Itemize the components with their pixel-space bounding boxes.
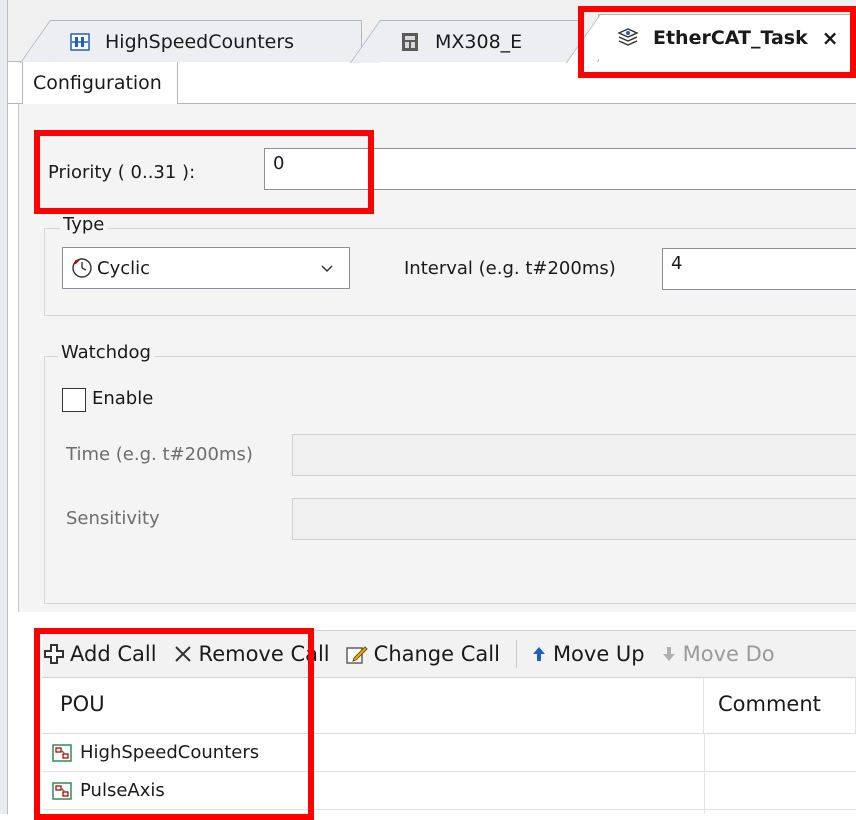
tab-label: HighSpeedCounters [105, 30, 295, 53]
pou-name: HighSpeedCounters [80, 742, 260, 763]
table-row[interactable]: HighSpeedCounters [42, 734, 856, 772]
sensitivity-input[interactable] [292, 498, 856, 540]
arrow-up-icon [531, 645, 547, 663]
interval-input[interactable]: 4 [662, 248, 856, 290]
type-select-value: Cyclic [97, 257, 151, 279]
sensitivity-label: Sensitivity [66, 508, 160, 529]
move-down-button[interactable]: Move Do [661, 642, 775, 666]
editor-tab-strip: HighSpeedCounters MX308_E EtherCAT_Task … [8, 0, 856, 63]
move-up-label: Move Up [552, 642, 645, 666]
chevron-down-icon [319, 260, 335, 281]
move-down-label: Move Do [682, 642, 775, 666]
table-row[interactable]: PulseAxis [42, 772, 856, 810]
tab-label: EtherCAT_Task [653, 27, 808, 49]
interval-label: Interval (e.g. t#200ms) [404, 258, 616, 279]
close-icon[interactable]: × [822, 26, 839, 50]
change-call-label: Change Call [373, 642, 500, 666]
type-select[interactable]: Cyclic [62, 247, 350, 289]
column-header-pou[interactable]: POU [42, 678, 704, 734]
counter-icon [69, 31, 91, 53]
tab-highspeedcounters[interactable]: HighSpeedCounters [19, 20, 362, 63]
type-group-title: Type [60, 214, 108, 235]
enable-label: Enable [92, 388, 154, 409]
watchdog-group [44, 356, 856, 604]
watchdog-group-title: Watchdog [58, 342, 154, 363]
device-icon [399, 31, 421, 53]
pou-program-icon [52, 781, 72, 801]
add-call-button[interactable]: Add Call [44, 642, 157, 666]
pou-program-icon [52, 743, 72, 763]
task-stack-icon [617, 27, 639, 49]
subtab-label: Configuration [33, 72, 162, 94]
x-delete-icon [173, 644, 193, 664]
pou-table: POU Comment HighSpeedCounters PulseAxis [42, 678, 856, 814]
priority-label: Priority ( 0..31 ): [48, 162, 196, 183]
remove-call-button[interactable]: Remove Call [173, 642, 330, 666]
remove-call-label: Remove Call [198, 642, 330, 666]
change-call-button[interactable]: Change Call [345, 642, 500, 666]
window-left-border [0, 0, 8, 814]
pou-name: PulseAxis [80, 780, 165, 801]
watchdog-time-input[interactable] [292, 434, 856, 476]
tab-mx308-e[interactable]: MX308_E [349, 20, 580, 63]
plus-icon [44, 644, 64, 664]
column-header-comment[interactable]: Comment [704, 678, 856, 734]
move-up-button[interactable]: Move Up [531, 642, 645, 666]
add-call-label: Add Call [70, 642, 157, 666]
watchdog-enable-checkbox[interactable] [62, 388, 86, 412]
priority-input[interactable]: 0 [264, 148, 856, 190]
tab-label: MX308_E [435, 30, 523, 53]
call-toolbar: Add Call Remove Call Change Call Move Up… [42, 630, 856, 678]
watchdog-time-label: Time (e.g. t#200ms) [66, 444, 253, 465]
clock-icon [71, 257, 93, 279]
tab-configuration[interactable]: Configuration [22, 62, 178, 104]
arrow-down-icon [661, 645, 677, 663]
tab-ethercat-task[interactable]: EtherCAT_Task × [565, 14, 856, 63]
toolbar-separator [515, 640, 517, 668]
edit-pencil-icon [345, 644, 368, 664]
